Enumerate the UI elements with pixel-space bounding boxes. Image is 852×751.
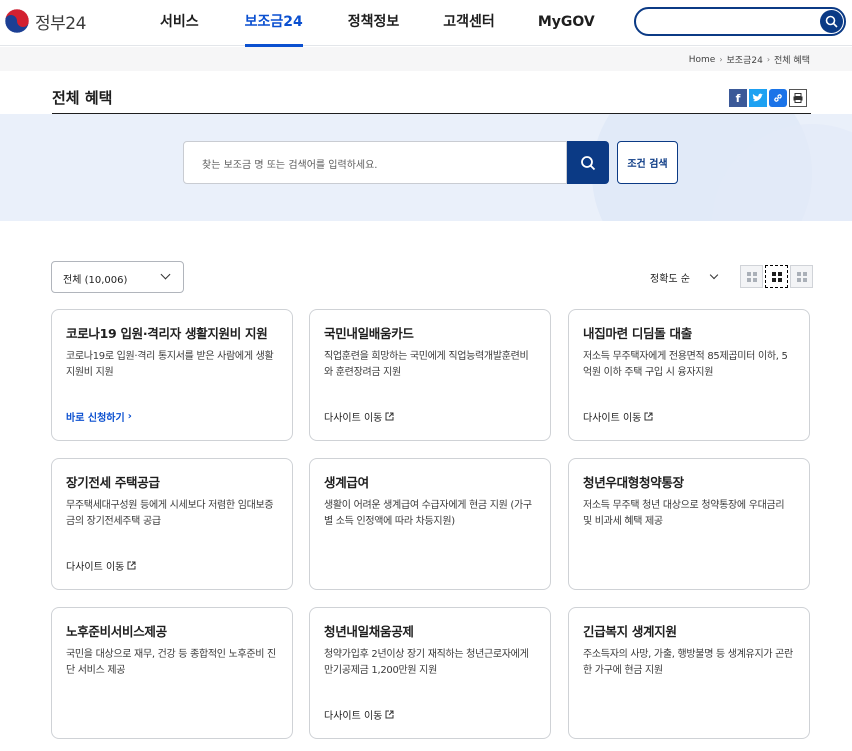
twitter-icon[interactable] xyxy=(749,89,767,107)
main-nav: 서비스 보조금24 정책정보 고객센터 MyGOV xyxy=(140,0,595,47)
benefit-card[interactable]: 생계급여 생활이 어려운 생계급여 수급자에게 현금 지원 (가구별 소득 인정… xyxy=(309,458,551,590)
card-title: 장기전세 주택공급 xyxy=(66,475,160,490)
gov24-logo[interactable]: 정부24 xyxy=(4,8,86,34)
taegeuk-icon xyxy=(4,8,30,34)
grid-icon xyxy=(771,271,782,282)
benefit-card[interactable]: 장기전세 주택공급 무주택세대구성원 등에게 시세보다 저렴한 임대보증금의 장… xyxy=(51,458,293,590)
top-header: 정부24 서비스 보조금24 정책정보 고객센터 MyGOV xyxy=(0,0,852,47)
benefit-card[interactable]: 긴급복지 생계지원 주소득자의 사망, 가출, 행방불명 등 생계유지가 곤란한… xyxy=(568,607,810,739)
benefit-card[interactable]: 청년내일채움공제 청약가입후 2년이상 장기 재직하는 청년근로자에게 만기공제… xyxy=(309,607,551,739)
card-title: 노후준비서비스제공 xyxy=(66,624,167,639)
header-search-input[interactable] xyxy=(634,7,846,36)
card-title: 청년내일채움공제 xyxy=(324,624,414,639)
card-description: 청약가입후 2년이상 장기 재직하는 청년근로자에게 만기공제금 1,200만원… xyxy=(324,649,529,676)
view-grid-small-button[interactable] xyxy=(790,265,813,288)
print-icon[interactable] xyxy=(789,89,807,107)
logo-text: 정부24 xyxy=(35,13,86,34)
external-site-link[interactable]: 다사이트 이동 xyxy=(324,707,394,722)
card-link-label: 다사이트 이동 xyxy=(66,562,125,573)
card-description: 저소득 무주택자에게 전용면적 85제곱미터 이하, 5억원 이하 주택 구입 … xyxy=(583,351,788,378)
external-site-link[interactable]: 다사이트 이동 xyxy=(324,409,394,424)
nav-subsidy24[interactable]: 보조금24 xyxy=(244,0,303,47)
grid-icon xyxy=(796,271,807,282)
view-grid-medium-button[interactable] xyxy=(764,264,789,289)
card-title: 긴급복지 생계지원 xyxy=(583,624,677,639)
subsidy-search-input[interactable]: 찾는 보조금 명 또는 검색어를 입력하세요. xyxy=(183,141,567,184)
card-title: 생계급여 xyxy=(324,475,369,490)
breadcrumb-subsidy24[interactable]: 보조금24 xyxy=(727,53,763,66)
benefit-card[interactable]: 노후준비서비스제공 국민을 대상으로 재무, 건강 등 종합적인 노후준비 진단… xyxy=(51,607,293,739)
benefit-card[interactable]: 청년우대형청약통장 저소득 무주택 청년 대상으로 청약통장에 우대금리 및 비… xyxy=(568,458,810,590)
nav-services[interactable]: 서비스 xyxy=(160,0,199,46)
external-link-icon xyxy=(127,561,136,570)
link-copy-icon[interactable] xyxy=(769,89,787,107)
breadcrumb-home[interactable]: Home xyxy=(689,55,716,65)
page-title: 전체 혜택 xyxy=(52,89,113,107)
facebook-icon[interactable]: f xyxy=(729,89,747,107)
card-description: 직업훈련을 희망하는 국민에게 직업능력개발훈련비와 훈련장려금 지원 xyxy=(324,351,529,378)
view-grid-large-button[interactable] xyxy=(740,265,763,288)
benefit-card[interactable]: 코로나19 입원·격리자 생활지원비 지원 코로나19로 입원·격리 통지서를 … xyxy=(51,309,293,441)
chevron-right-icon: › xyxy=(127,411,132,422)
benefit-card[interactable]: 국민내일배움카드 직업훈련을 희망하는 국민에게 직업능력개발훈련비와 훈련장려… xyxy=(309,309,551,441)
external-link-icon xyxy=(385,412,394,421)
grid-icon xyxy=(746,271,757,282)
search-icon xyxy=(825,15,838,28)
header-search-button[interactable] xyxy=(820,10,843,33)
benefit-card[interactable]: 내집마련 디딤돌 대출 저소득 무주택자에게 전용면적 85제곱미터 이하, 5… xyxy=(568,309,810,441)
filter-selected-value: 전체 (10,006) xyxy=(63,275,128,286)
category-filter-select[interactable]: 전체 (10,006) xyxy=(51,261,184,293)
chevron-right-icon: › xyxy=(766,55,771,64)
chevron-down-icon xyxy=(160,269,171,280)
card-description: 저소득 무주택 청년 대상으로 청약통장에 우대금리 및 비과세 혜택 제공 xyxy=(583,500,785,527)
card-link-label: 바로 신청하기 xyxy=(66,413,125,424)
card-description: 주소득자의 사망, 가출, 행방불명 등 생계유지가 곤란한 가구에 현금 지원 xyxy=(583,649,793,676)
nav-policy-info[interactable]: 정책정보 xyxy=(348,0,400,46)
nav-customer-center[interactable]: 고객센터 xyxy=(443,0,495,46)
sort-select[interactable]: 정확도 순 xyxy=(650,270,690,285)
external-site-link[interactable]: 다사이트 이동 xyxy=(583,409,653,424)
breadcrumb-bar: Home › 보조금24 › 전체 혜택 xyxy=(0,47,852,71)
card-description: 생활이 어려운 생계급여 수급자에게 현금 지원 (가구별 소득 인정액에 따라… xyxy=(324,500,532,527)
card-description: 무주택세대구성원 등에게 시세보다 저렴한 임대보증금의 장기전세주택 공급 xyxy=(66,500,274,527)
condition-search-button[interactable]: 조건 검색 xyxy=(617,141,678,184)
external-link-icon xyxy=(385,710,394,719)
card-title: 내집마련 디딤돌 대출 xyxy=(583,326,692,341)
chevron-right-icon: › xyxy=(719,55,723,64)
subsidy-search-button[interactable] xyxy=(567,141,609,184)
card-description: 코로나19로 입원·격리 통지서를 받은 사람에게 생활지원비 지원 xyxy=(66,351,274,378)
card-link-label: 다사이트 이동 xyxy=(324,711,383,722)
card-link-label: 다사이트 이동 xyxy=(583,413,642,424)
apply-link[interactable]: 바로 신청하기 › xyxy=(66,409,132,424)
external-link-icon xyxy=(644,412,653,421)
nav-mygov[interactable]: MyGOV xyxy=(538,0,595,46)
view-toggle-group xyxy=(740,264,813,289)
search-icon xyxy=(581,155,596,170)
search-band: 찾는 보조금 명 또는 검색어를 입력하세요. 조건 검색 xyxy=(0,114,852,221)
breadcrumb-current: 전체 혜택 xyxy=(774,56,810,66)
chevron-down-icon[interactable] xyxy=(709,270,719,280)
share-buttons: f xyxy=(729,89,807,107)
external-site-link[interactable]: 다사이트 이동 xyxy=(66,558,136,573)
card-link-label: 다사이트 이동 xyxy=(324,413,383,424)
card-title: 청년우대형청약통장 xyxy=(583,475,684,490)
card-title: 코로나19 입원·격리자 생활지원비 지원 xyxy=(66,326,268,341)
breadcrumb: Home › 보조금24 › 전체 혜택 xyxy=(689,53,810,67)
card-description: 국민을 대상으로 재무, 건강 등 종합적인 노후준비 진단 서비스 제공 xyxy=(66,649,276,676)
card-title: 국민내일배움카드 xyxy=(324,326,414,341)
